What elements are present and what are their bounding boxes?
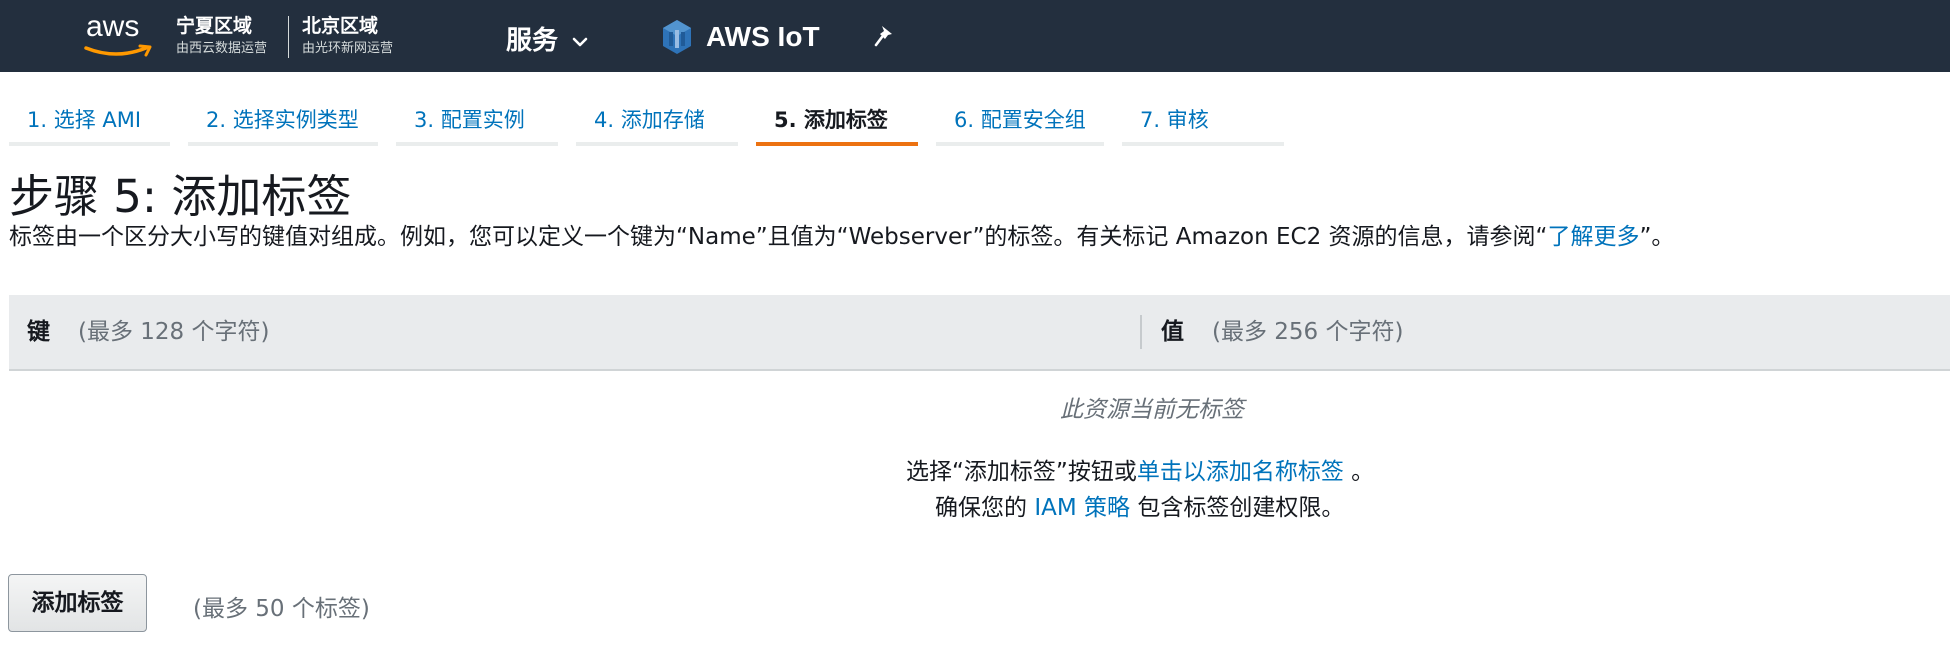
region-beijing-operator: 由光环新网运营 — [302, 41, 394, 56]
value-header-label: 值 — [1161, 319, 1184, 345]
region-ningxia-title: 宁夏区域 — [176, 15, 253, 37]
tab-security-group[interactable]: 6. 配置安全组 — [936, 102, 1104, 146]
top-navigation-bar: aws 宁夏区域 由西云数据运营 北京区域 由光环新网运营 服务 AWS IoT — [0, 0, 1950, 72]
page-title: 步骤 5: 添加标签 — [9, 170, 352, 223]
tab-configure-instance[interactable]: 3. 配置实例 — [396, 102, 558, 146]
learn-more-link[interactable]: 了解更多 — [1547, 224, 1639, 250]
tab-add-tags[interactable]: 5. 添加标签 — [756, 102, 918, 146]
aws-logo-text: aws — [86, 10, 140, 43]
instruction-text: 选择“添加标签”按钮或 — [906, 459, 1137, 485]
region-divider — [288, 16, 289, 58]
wizard-steps: 1. 选择 AMI 2. 选择实例类型 3. 配置实例 4. 添加存储 5. 添… — [0, 72, 1950, 146]
iam-note-prefix: 确保您的 — [935, 495, 1027, 521]
add-name-tag-link[interactable]: 单击以添加名称标签 — [1137, 459, 1344, 485]
description-suffix: ”。 — [1639, 224, 1675, 250]
iam-note-suffix: 包含标签创建权限。 — [1137, 495, 1345, 521]
chevron-down-icon — [572, 24, 588, 54]
service-name[interactable]: AWS IoT — [706, 21, 820, 53]
services-label: 服务 — [506, 26, 559, 56]
aws-logo[interactable]: aws — [84, 10, 156, 62]
iam-policy-link[interactable]: IAM 策略 — [1034, 495, 1130, 521]
tab-add-storage[interactable]: 4. 添加存储 — [576, 102, 738, 146]
tag-limit-hint: (最多 50 个标签) — [193, 596, 370, 622]
tab-instance-type[interactable]: 2. 选择实例类型 — [188, 102, 378, 146]
region-beijing-title: 北京区域 — [302, 15, 379, 37]
tab-review[interactable]: 7. 审核 — [1122, 102, 1284, 146]
description-text: 标签由一个区分大小写的键值对组成。例如，您可以定义一个键为“Name”且值为“W… — [9, 224, 1548, 250]
pin-icon[interactable] — [874, 24, 896, 52]
tab-select-ami[interactable]: 1. 选择 AMI — [9, 102, 170, 146]
aws-iot-icon[interactable] — [660, 18, 694, 60]
value-column-header: 值 (最多 256 个字符) — [1161, 295, 1403, 369]
tags-table: 键 (最多 128 个字符) 值 (最多 256 个字符) — [9, 295, 1950, 371]
key-length-hint: (最多 128 个字符) — [78, 319, 270, 345]
region-ningxia-operator: 由西云数据运营 — [176, 41, 268, 56]
services-menu[interactable]: 服务 — [506, 20, 588, 57]
aws-smile-icon — [84, 44, 152, 57]
region-beijing[interactable]: 北京区域 由光环新网运营 — [302, 14, 393, 58]
value-length-hint: (最多 256 个字符) — [1212, 319, 1404, 345]
iam-policy-note: 确保您的 IAM 策略 包含标签创建权限。 — [935, 488, 1344, 522]
add-tag-button[interactable]: 添加标签 — [8, 574, 147, 632]
table-header: 键 (最多 128 个字符) 值 (最多 256 个字符) — [9, 295, 1950, 371]
key-column-header: 键 (最多 128 个字符) — [27, 295, 269, 369]
key-header-label: 键 — [27, 319, 50, 345]
region-ningxia[interactable]: 宁夏区域 由西云数据运营 — [176, 14, 267, 58]
empty-state-instruction: 选择“添加标签”按钮或单击以添加名称标签 。 — [906, 452, 1374, 486]
empty-state-message: 此资源当前无标签 — [1060, 397, 1244, 423]
page-description: 标签由一个区分大小写的键值对组成。例如，您可以定义一个键为“Name”且值为“W… — [9, 222, 1674, 252]
instruction-suffix: 。 — [1351, 459, 1375, 485]
column-resize-handle[interactable] — [1140, 315, 1142, 349]
